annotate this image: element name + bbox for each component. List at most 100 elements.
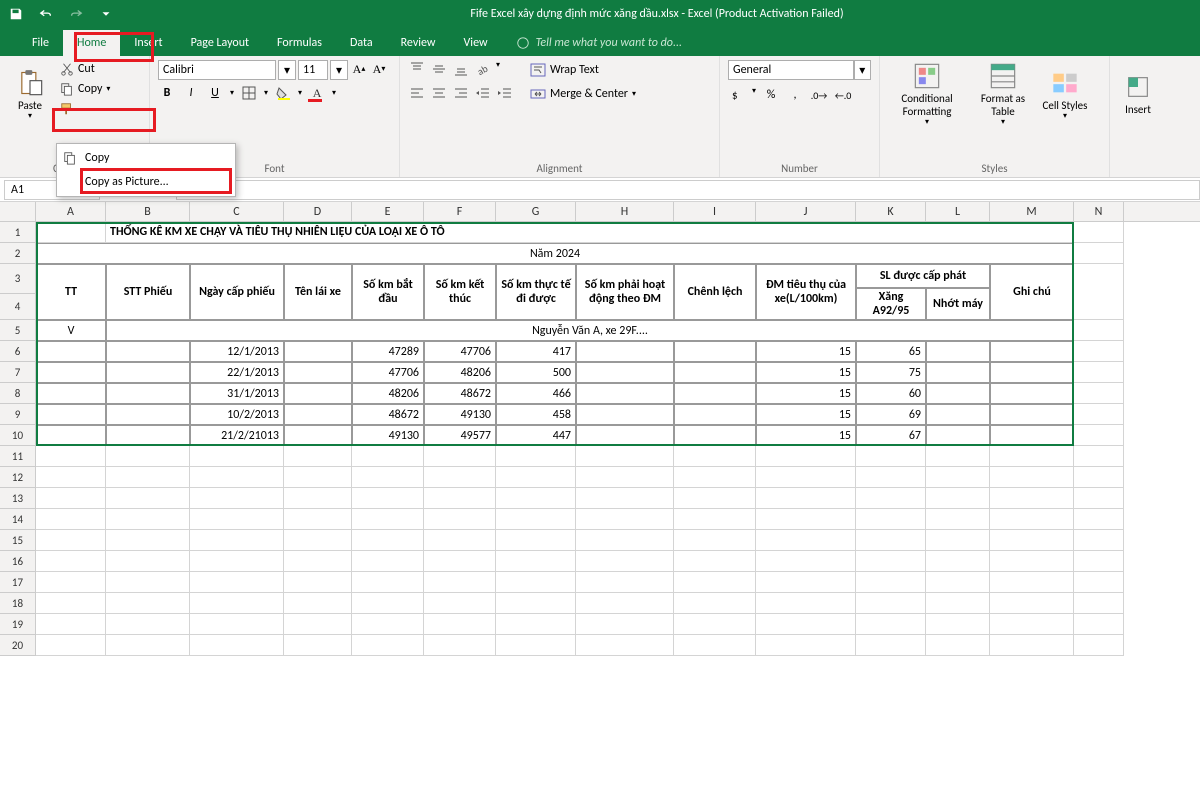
cell[interactable]: 49130 xyxy=(424,404,496,425)
cell[interactable]: 12/1/2013 xyxy=(190,341,284,362)
cell[interactable]: 417 xyxy=(496,341,576,362)
cell[interactable] xyxy=(284,635,352,656)
row-header-10[interactable]: 10 xyxy=(0,425,36,446)
row-header-14[interactable]: 14 xyxy=(0,509,36,530)
cell[interactable] xyxy=(576,614,674,635)
cell[interactable] xyxy=(674,362,756,383)
cell[interactable] xyxy=(36,551,106,572)
cell[interactable] xyxy=(674,446,756,467)
header-cell[interactable]: Số km thực tế đi được xyxy=(496,264,576,320)
menu-copy[interactable]: Copy xyxy=(57,146,235,170)
cell[interactable] xyxy=(36,362,106,383)
cell[interactable]: 458 xyxy=(496,404,576,425)
cell[interactable] xyxy=(106,425,190,446)
tab-insert[interactable]: Insert xyxy=(120,30,176,56)
header-cell[interactable]: Ngày cấp phiếu xyxy=(190,264,284,320)
cell[interactable] xyxy=(990,551,1074,572)
cell[interactable] xyxy=(1074,551,1124,572)
cell[interactable]: 21/2/21013 xyxy=(190,425,284,446)
cell[interactable] xyxy=(856,509,926,530)
tab-home[interactable]: Home xyxy=(63,30,120,56)
cell[interactable] xyxy=(674,593,756,614)
cell[interactable] xyxy=(496,488,576,509)
cell[interactable] xyxy=(106,551,190,572)
cell[interactable] xyxy=(36,341,106,362)
increase-indent-icon[interactable] xyxy=(496,84,514,102)
cell[interactable] xyxy=(1074,222,1124,243)
number-format-dropdown-icon[interactable]: ▾ xyxy=(854,60,871,80)
cell[interactable] xyxy=(576,467,674,488)
cell[interactable] xyxy=(424,635,496,656)
cell[interactable] xyxy=(856,488,926,509)
col-header-C[interactable]: C xyxy=(190,202,284,221)
cell[interactable] xyxy=(990,488,1074,509)
row-header-2[interactable]: 2 xyxy=(0,243,36,264)
cell[interactable] xyxy=(576,383,674,404)
cell[interactable] xyxy=(926,362,990,383)
tab-data[interactable]: Data xyxy=(336,30,387,56)
cut-button[interactable]: Cut xyxy=(56,60,114,78)
cell[interactable] xyxy=(756,551,856,572)
cell[interactable] xyxy=(424,488,496,509)
row-header-7[interactable]: 7 xyxy=(0,362,36,383)
font-size-box[interactable]: 11 xyxy=(298,60,328,80)
cell-styles-button[interactable]: Cell Styles▾ xyxy=(1040,60,1090,130)
cell[interactable]: THỐNG KÊ KM XE CHẠY VÀ TIÊU THỤ NHIÊN LI… xyxy=(106,222,1074,243)
align-center-icon[interactable] xyxy=(430,84,448,102)
decrease-decimal-icon[interactable]: ←.0 xyxy=(834,86,852,104)
cell[interactable] xyxy=(190,530,284,551)
cell[interactable] xyxy=(856,446,926,467)
cell[interactable] xyxy=(496,614,576,635)
orientation-icon[interactable]: ab xyxy=(474,60,492,78)
cell[interactable] xyxy=(36,222,106,243)
fill-color-button[interactable] xyxy=(274,84,292,102)
insert-cells-button[interactable]: Insert xyxy=(1118,60,1158,130)
cell[interactable] xyxy=(36,404,106,425)
cell[interactable] xyxy=(674,404,756,425)
cell[interactable] xyxy=(1074,404,1124,425)
align-middle-icon[interactable] xyxy=(430,60,448,78)
col-header-I[interactable]: I xyxy=(674,202,756,221)
cell[interactable] xyxy=(1074,446,1124,467)
col-header-H[interactable]: H xyxy=(576,202,674,221)
col-header-D[interactable]: D xyxy=(284,202,352,221)
cell[interactable] xyxy=(674,488,756,509)
cell[interactable] xyxy=(926,404,990,425)
row-header-17[interactable]: 17 xyxy=(0,572,36,593)
number-format-box[interactable]: General xyxy=(728,60,854,80)
cell[interactable] xyxy=(352,488,424,509)
header-cell[interactable]: Nhớt máy xyxy=(926,288,990,320)
cell[interactable] xyxy=(990,383,1074,404)
header-cell[interactable]: SL được cấp phát xyxy=(856,264,990,288)
cell[interactable] xyxy=(496,551,576,572)
underline-button[interactable]: U xyxy=(206,84,224,102)
cell[interactable] xyxy=(36,593,106,614)
currency-icon[interactable]: $ xyxy=(728,86,746,104)
decrease-indent-icon[interactable] xyxy=(474,84,492,102)
cell[interactable] xyxy=(756,446,856,467)
cell[interactable] xyxy=(926,614,990,635)
col-header-L[interactable]: L xyxy=(926,202,990,221)
tab-file[interactable]: File xyxy=(18,30,63,56)
cell[interactable] xyxy=(106,383,190,404)
row-header-9[interactable]: 9 xyxy=(0,404,36,425)
tab-view[interactable]: View xyxy=(450,30,502,56)
cell[interactable] xyxy=(1074,362,1124,383)
row-header-3[interactable]: 3 xyxy=(0,264,36,294)
cell[interactable] xyxy=(926,467,990,488)
format-painter-button[interactable] xyxy=(56,100,114,118)
cell[interactable] xyxy=(352,509,424,530)
cell[interactable] xyxy=(990,341,1074,362)
header-cell[interactable]: Tên lái xe xyxy=(284,264,352,320)
col-header-K[interactable]: K xyxy=(856,202,926,221)
cell[interactable] xyxy=(424,530,496,551)
cell[interactable] xyxy=(674,425,756,446)
cell[interactable]: 49130 xyxy=(352,425,424,446)
header-cell[interactable]: Số km phải hoạt động theo ĐM xyxy=(576,264,674,320)
cell[interactable] xyxy=(990,530,1074,551)
cell[interactable] xyxy=(856,635,926,656)
cell[interactable] xyxy=(674,551,756,572)
cell[interactable] xyxy=(424,467,496,488)
cell[interactable] xyxy=(106,635,190,656)
cell[interactable] xyxy=(756,593,856,614)
